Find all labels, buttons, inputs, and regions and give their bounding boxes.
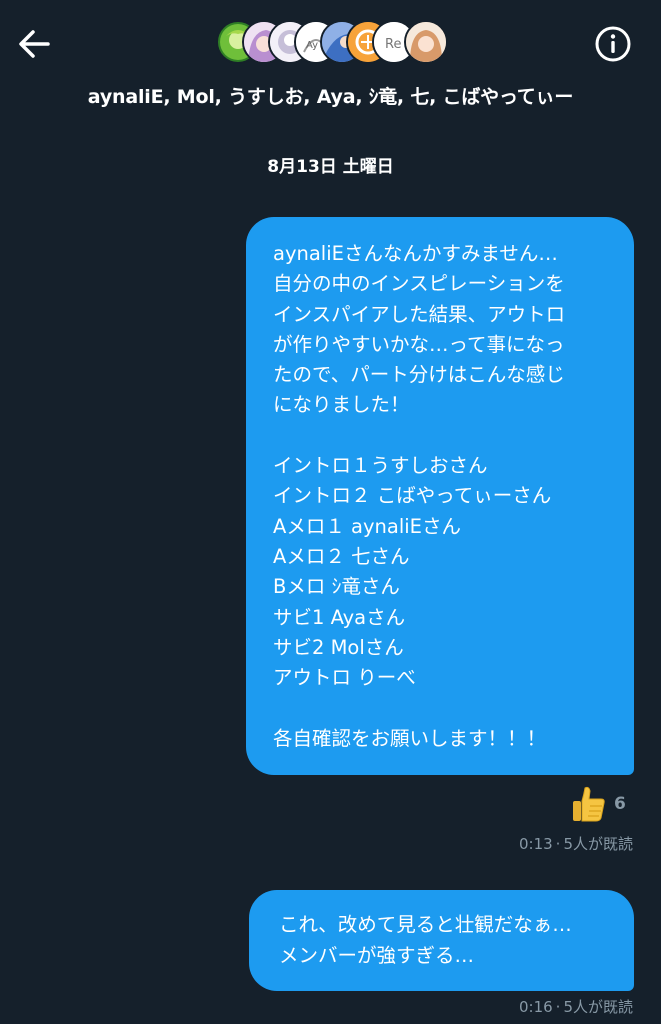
message-line: になりました！ (273, 393, 410, 417)
group-avatars[interactable]: Ay Re (216, 20, 448, 66)
message-line: サビ1 Ayaさん (273, 605, 406, 629)
message-line: aynaliEさんなんかすみません… (273, 242, 558, 265)
message-line: Bメロ ｼ竜さん (273, 575, 400, 599)
message-line (273, 693, 616, 723)
message-line: アウトロ りーべ (273, 666, 416, 690)
message-line: Aメロ１ aynaliEさん (273, 514, 461, 538)
message-meta: 0:16 · 5人が既読 (518, 998, 633, 1016)
group-title[interactable]: aynaliE, Mol, うすしお, Aya, ｼ竜, 七, こばやってぃー (0, 82, 661, 109)
message-line: これ、改めて見ると壮観だなぁ… (279, 913, 572, 936)
message-meta: 0:13 · 5人が既読 (518, 835, 633, 853)
reaction-badge[interactable]: 6 (570, 784, 634, 824)
message-line: が作りやすいかな…って事になっ (273, 332, 565, 356)
date-separator: 8月13日 土曜日 (267, 157, 394, 177)
message-line: 各自確認をお願いします！！！ (273, 726, 547, 750)
message-bubble[interactable]: これ、改めて見ると壮観だなぁ… メンバーが強すぎる… (249, 890, 634, 991)
read-status[interactable]: 5人が既読 (563, 835, 633, 853)
reaction-count: 6 (614, 794, 626, 814)
avatar (404, 20, 448, 64)
conversation-header: Ay Re aynaliE, Mol, うすしお, Aya, ｼ竜, 七, こば… (0, 0, 661, 125)
message-line: 自分の中のインスピレーションを (273, 272, 565, 296)
svg-text:Ay: Ay (306, 40, 318, 51)
message-line: たので、パート分けはこんな感じ (273, 363, 565, 387)
read-status[interactable]: 5人が既読 (563, 998, 633, 1016)
svg-text:Re: Re (385, 37, 401, 52)
message-line: サビ2 Molさん (273, 635, 404, 659)
back-button[interactable] (14, 24, 54, 64)
message-time: 0:13 (518, 835, 553, 853)
info-circle-icon (595, 26, 631, 62)
thumbs-up-icon (573, 786, 605, 822)
message-line: イントロ１うすしおさん (273, 454, 488, 478)
message-line: Aメロ２ 七さん (273, 544, 410, 568)
message-line: メンバーが強すぎる… (279, 943, 475, 967)
arrow-left-icon (19, 30, 50, 58)
message-time: 0:16 (518, 998, 553, 1016)
message-line: イントロ２ こばやってぃーさん (273, 484, 552, 508)
message-line: インスパイアした結果、アウトロ (273, 302, 566, 326)
conversation-info-button[interactable] (594, 25, 632, 63)
message-bubble[interactable]: aynaliEさんなんかすみません… 自分の中のインスピレーションを インスパイ… (246, 217, 634, 775)
message-line (273, 421, 616, 451)
